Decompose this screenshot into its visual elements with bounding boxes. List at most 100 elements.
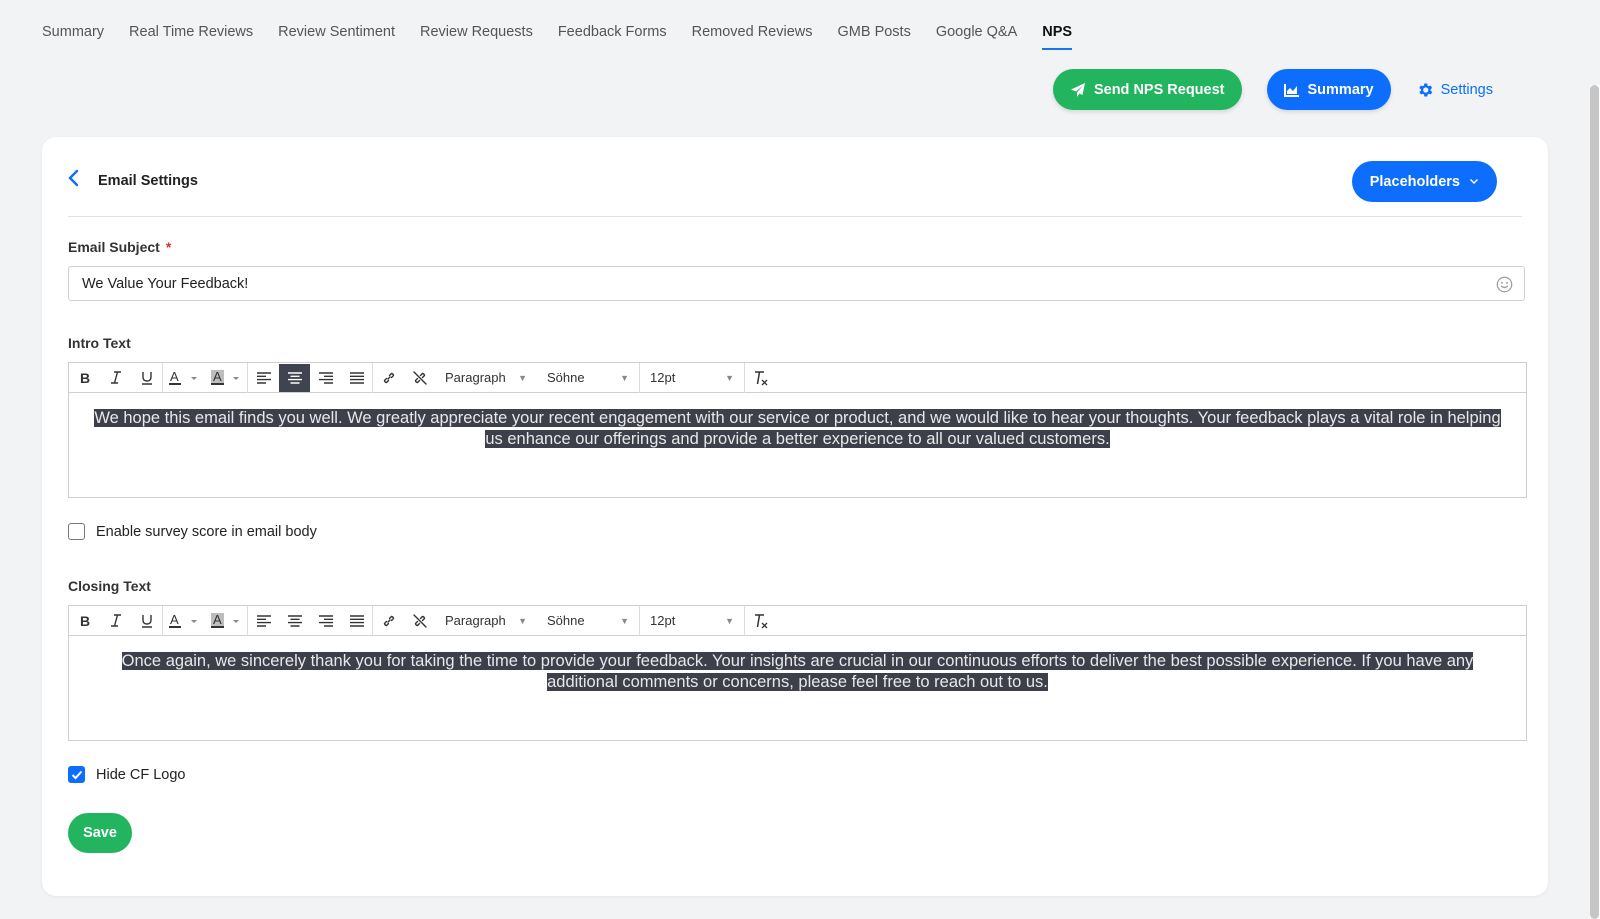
- tab-review-requests[interactable]: Review Requests: [420, 22, 533, 50]
- scrollbar-thumb[interactable]: [1590, 85, 1599, 919]
- italic-icon: [110, 614, 121, 627]
- caret-down-icon: ▼: [725, 372, 734, 383]
- nps-tab-bar: Summary Real Time Reviews Review Sentime…: [42, 22, 1097, 50]
- save-button[interactable]: Save: [68, 813, 132, 853]
- svg-text:A: A: [213, 370, 222, 384]
- align-right-button[interactable]: [310, 364, 341, 392]
- underline-button[interactable]: [131, 607, 162, 635]
- enable-survey-score-checkbox[interactable]: [68, 523, 85, 540]
- enable-survey-score-option[interactable]: Enable survey score in email body: [68, 523, 317, 540]
- remove-link-button[interactable]: [404, 607, 435, 635]
- tab-real-time-reviews[interactable]: Real Time Reviews: [129, 22, 253, 50]
- summary-button[interactable]: Summary: [1266, 69, 1391, 110]
- justify-button[interactable]: [341, 607, 372, 635]
- closing-editor-toolbar: B A A Paragraph ▼ Söhne ▼ 12pt ▼: [69, 605, 1526, 636]
- justify-icon: [349, 371, 364, 384]
- highlight-color-button[interactable]: A: [205, 607, 247, 635]
- align-right-icon: [318, 614, 333, 627]
- align-left-button[interactable]: [248, 364, 279, 392]
- font-family-select[interactable]: Söhne ▼: [537, 364, 639, 392]
- intro-text-content[interactable]: We hope this email finds you well. We gr…: [69, 393, 1526, 464]
- italic-icon: [110, 371, 121, 384]
- send-nps-request-label: Send NPS Request: [1093, 81, 1225, 98]
- clear-formatting-button[interactable]: [745, 607, 776, 635]
- tab-nps[interactable]: NPS: [1042, 22, 1072, 50]
- remove-link-button[interactable]: [404, 364, 435, 392]
- svg-text:A: A: [213, 613, 222, 627]
- placeholders-dropdown-button[interactable]: Placeholders: [1351, 161, 1497, 202]
- insert-link-button[interactable]: [373, 607, 404, 635]
- highlight-icon: A: [211, 612, 239, 628]
- gear-icon: [1418, 82, 1432, 97]
- header-actions: Send NPS Request Summary Settings: [1052, 69, 1493, 110]
- emoji-icon[interactable]: [1496, 276, 1513, 293]
- tab-review-sentiment[interactable]: Review Sentiment: [278, 22, 395, 50]
- font-family-select[interactable]: Söhne ▼: [537, 607, 639, 635]
- tab-google-qa[interactable]: Google Q&A: [936, 22, 1017, 50]
- font-family-value: Söhne: [547, 370, 585, 385]
- align-center-button[interactable]: [279, 607, 310, 635]
- block-format-select[interactable]: Paragraph ▼: [435, 364, 537, 392]
- placeholders-label: Placeholders: [1369, 173, 1460, 190]
- tab-removed-reviews[interactable]: Removed Reviews: [692, 22, 813, 50]
- underline-icon: [141, 614, 152, 628]
- bold-button[interactable]: B: [69, 607, 100, 635]
- unlink-icon: [412, 613, 427, 628]
- italic-button[interactable]: [100, 364, 131, 392]
- align-right-button[interactable]: [310, 607, 341, 635]
- justify-icon: [349, 614, 364, 627]
- closing-text-label: Closing Text: [68, 578, 151, 594]
- tab-gmb-posts[interactable]: GMB Posts: [838, 22, 911, 50]
- caret-down-icon: ▼: [518, 615, 527, 626]
- clear-format-icon: [754, 370, 767, 385]
- clear-formatting-button[interactable]: [745, 364, 776, 392]
- hide-cf-logo-option[interactable]: Hide CF Logo: [68, 766, 185, 783]
- align-left-icon: [256, 371, 271, 384]
- highlight-icon: A: [211, 369, 239, 385]
- tab-feedback-forms[interactable]: Feedback Forms: [558, 22, 667, 50]
- align-left-button[interactable]: [248, 607, 279, 635]
- hide-cf-logo-checkbox[interactable]: [68, 766, 85, 783]
- svg-text:A: A: [170, 370, 179, 384]
- underline-icon: [141, 371, 152, 385]
- bold-icon: B: [80, 614, 90, 627]
- font-size-select[interactable]: 12pt ▼: [640, 364, 744, 392]
- hide-cf-logo-label: Hide CF Logo: [96, 766, 186, 783]
- highlight-color-button[interactable]: A: [205, 364, 247, 392]
- card-header: Email Settings Placeholders: [68, 161, 1522, 217]
- chart-icon: [1283, 83, 1299, 97]
- align-center-button[interactable]: [279, 363, 310, 392]
- align-right-icon: [318, 371, 333, 384]
- closing-text-editor: B A A Paragraph ▼ Söhne ▼ 12pt ▼ Once again…: [68, 605, 1527, 741]
- bold-icon: B: [80, 371, 90, 384]
- clear-format-icon: [754, 613, 767, 628]
- align-center-icon: [287, 371, 302, 384]
- font-size-value: 12pt: [650, 613, 676, 628]
- page-title: Email Settings: [98, 172, 198, 189]
- insert-link-button[interactable]: [373, 364, 404, 392]
- justify-button[interactable]: [341, 364, 372, 392]
- svg-text:B: B: [80, 614, 90, 627]
- text-color-button[interactable]: A: [163, 364, 205, 392]
- block-format-select[interactable]: Paragraph ▼: [435, 607, 537, 635]
- email-subject-label: Email Subject *: [68, 239, 171, 255]
- settings-link[interactable]: Settings: [1416, 81, 1493, 99]
- back-chevron-icon[interactable]: [68, 169, 98, 193]
- intro-editor-toolbar: B A A Paragraph ▼ Söhne ▼ 12pt ▼: [69, 362, 1526, 393]
- font-size-value: 12pt: [650, 370, 676, 385]
- italic-button[interactable]: [100, 607, 131, 635]
- underline-button[interactable]: [131, 364, 162, 392]
- font-family-value: Söhne: [547, 613, 585, 628]
- closing-text-selection: Once again, we sincerely thank you for t…: [121, 652, 1474, 691]
- font-size-select[interactable]: 12pt ▼: [640, 607, 744, 635]
- svg-text:A: A: [170, 613, 179, 627]
- closing-text-content[interactable]: Once again, we sincerely thank you for t…: [69, 636, 1526, 707]
- block-format-value: Paragraph: [445, 370, 506, 385]
- intro-text-editor: B A A Paragraph ▼ Söhne ▼ 12pt ▼ We hope th…: [68, 362, 1527, 498]
- bold-button[interactable]: B: [69, 364, 100, 392]
- email-subject-input[interactable]: [68, 266, 1525, 301]
- text-color-button[interactable]: A: [163, 607, 205, 635]
- chevron-down-icon: [1469, 178, 1479, 185]
- send-nps-request-button[interactable]: Send NPS Request: [1052, 69, 1242, 110]
- tab-summary[interactable]: Summary: [42, 22, 104, 50]
